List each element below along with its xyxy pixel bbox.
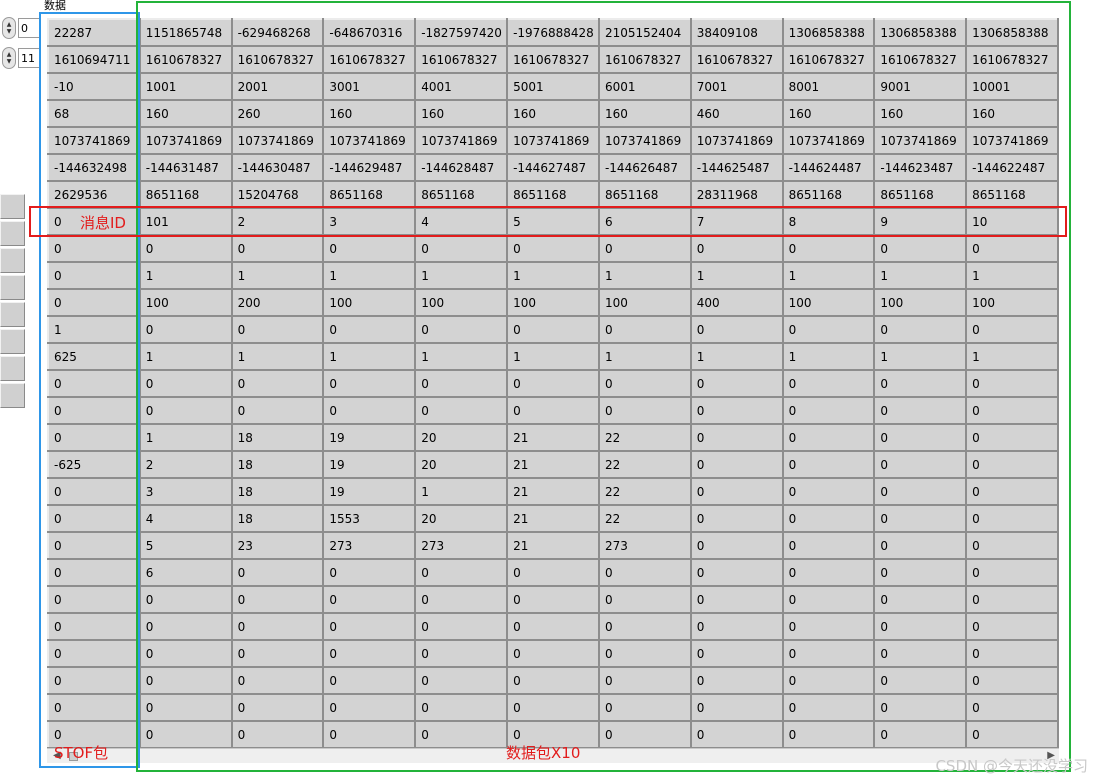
col-index-value[interactable]: 11 xyxy=(18,48,40,68)
col-index-spinner[interactable]: ▲ ▼ xyxy=(2,47,16,69)
row-index-spinner[interactable]: ▲ ▼ xyxy=(2,17,16,39)
side-stub xyxy=(0,356,25,381)
side-stub xyxy=(0,248,25,273)
col-index-control[interactable]: ▲ ▼ 11 xyxy=(2,47,42,69)
side-stub xyxy=(0,302,25,327)
row-index-value[interactable]: 0 xyxy=(18,18,40,38)
side-stub xyxy=(0,329,25,354)
message-id-row-highlight xyxy=(29,206,1067,237)
data-packets-annotation: 数据包X10 xyxy=(506,744,581,762)
data-packets-highlight xyxy=(136,1,1071,772)
side-stub xyxy=(0,221,25,246)
spin-down-icon[interactable]: ▼ xyxy=(7,58,12,65)
spin-up-icon[interactable]: ▲ xyxy=(7,21,12,28)
spin-up-icon[interactable]: ▲ xyxy=(7,51,12,58)
side-stub xyxy=(0,194,25,219)
side-stub xyxy=(0,383,25,408)
spin-down-icon[interactable]: ▼ xyxy=(7,28,12,35)
watermark: CSDN @今天还没学习 xyxy=(935,757,1088,775)
row-index-control[interactable]: ▲ ▼ 0 xyxy=(2,17,42,39)
message-id-annotation: 消息ID xyxy=(80,214,126,232)
stof-packet-annotation: STOF包 xyxy=(54,744,109,762)
side-stub-column xyxy=(0,194,26,410)
stof-packet-highlight xyxy=(39,12,140,768)
side-stub xyxy=(0,275,25,300)
